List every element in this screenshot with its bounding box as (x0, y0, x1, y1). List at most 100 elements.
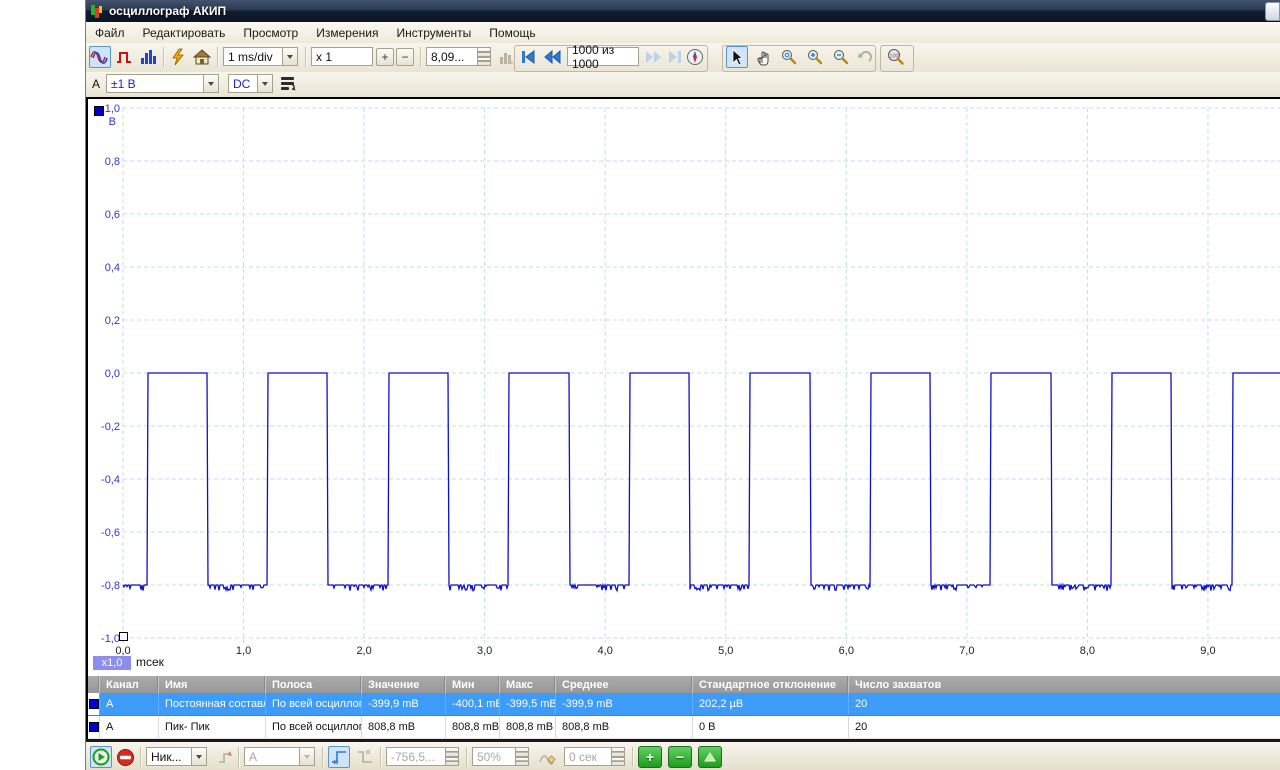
trigger-mode-select[interactable]: Ник... (146, 747, 192, 766)
main-toolbar: 1 ms/div x 1 + − 8,09... 1000 из 1000 (86, 43, 1280, 73)
buffer-navigator-button[interactable] (684, 46, 706, 68)
persistence-view-button[interactable] (113, 46, 135, 68)
table-cell: Пик- Пик (159, 716, 266, 738)
x-tick-label: 5,0 (718, 645, 733, 657)
y-tick-label: 0,0 (105, 368, 120, 380)
pretrigger-time-field: 0 сек (564, 747, 612, 766)
menu-item-measurements[interactable]: Измерения (307, 23, 387, 43)
table-cell: 202,2 µВ (693, 693, 849, 715)
menu-item-view[interactable]: Просмотр (234, 23, 307, 43)
last-buffer-button (664, 46, 686, 68)
falling-edge-icon (356, 749, 374, 765)
zoom-out-icon (832, 48, 850, 66)
zoom-in-icon (806, 48, 824, 66)
menu-item-file[interactable]: Файл (86, 23, 134, 43)
title-bar[interactable]: осциллограф АКИП (86, 0, 1280, 22)
timebase-select[interactable]: 1 ms/div (223, 47, 283, 66)
compass-icon (686, 48, 704, 66)
table-cell: По всей осциллограмме (266, 693, 362, 715)
square-wave-icon (115, 49, 133, 65)
zoom-100-icon: 100 (886, 48, 905, 66)
trigger-marker-button (214, 746, 236, 768)
trigger-level-field: -756,5... (386, 747, 446, 766)
table-cell: -399,9 mВ (556, 693, 693, 715)
zoom-in-step-button[interactable]: + (376, 48, 394, 66)
add-measurement-button[interactable]: + (638, 746, 662, 768)
table-header-cell[interactable]: Полоса (266, 676, 362, 693)
select-tool-button[interactable] (726, 46, 748, 68)
channel-options-icon (280, 75, 298, 92)
pan-tool-button[interactable] (752, 46, 774, 68)
remove-measurement-button[interactable]: − (668, 746, 692, 768)
trigger-channel-dropdown-button (299, 747, 315, 766)
first-buffer-icon (520, 49, 536, 65)
table-header-cell[interactable]: Значение (362, 676, 446, 693)
menu-item-help[interactable]: Помощь (480, 23, 544, 43)
zoom-out-step-button[interactable]: − (396, 48, 414, 66)
table-header-cell[interactable]: Имя (159, 676, 266, 693)
samples-field[interactable]: 8,09... (426, 47, 478, 66)
table-header-cell[interactable]: Мин (446, 676, 500, 693)
window-control-button[interactable] (1265, 2, 1280, 21)
measurements-table: КаналИмяПолосаЗначениеМинМаксСреднееСтан… (86, 676, 1280, 739)
plot-resize-handle[interactable] (119, 632, 128, 641)
zoom-in-tool-button[interactable] (804, 46, 826, 68)
channel-coupling-dropdown-button[interactable] (257, 74, 273, 93)
trigger-toolbar: Ник... A -756,5... 50% 0 сек + − (86, 739, 1280, 770)
undo-zoom-button (854, 46, 876, 68)
edit-measurement-button[interactable] (698, 746, 722, 768)
x-tick-label: 1,0 (236, 645, 251, 657)
app-icon (90, 4, 105, 19)
x-tick-label: 3,0 (477, 645, 492, 657)
timebase-dropdown-button[interactable] (282, 47, 298, 66)
pretrigger-time-spinner (611, 747, 625, 766)
measurement-row[interactable]: AПостоянная составляющаяПо всей осциллог… (88, 693, 1280, 716)
rising-edge-button[interactable] (328, 746, 350, 768)
measurement-row[interactable]: AПик- ПикПо всей осциллограмме808,8 mВ80… (88, 716, 1280, 739)
table-header-cell[interactable]: Канал (100, 676, 159, 693)
spectrum-view-button[interactable] (137, 46, 159, 68)
first-buffer-button[interactable] (517, 46, 539, 68)
chevron-down-icon (262, 82, 268, 86)
menu-item-edit[interactable]: Редактировать (134, 23, 235, 43)
advanced-trigger-button (536, 746, 558, 768)
cursor-arrow-icon (729, 49, 745, 66)
advanced-trigger-icon (538, 749, 556, 765)
channel-a-indicator[interactable] (94, 106, 104, 116)
chevron-down-icon (208, 82, 214, 86)
x-tick-label: 7,0 (959, 645, 974, 657)
channel-range-select[interactable]: ±1 В (106, 74, 204, 93)
home-settings-button[interactable] (191, 46, 213, 68)
buffer-position-field[interactable]: 1000 из 1000 (567, 47, 639, 66)
zoom-window-tool-button[interactable] (778, 46, 800, 68)
table-header-cell[interactable]: Стандартное отклонение (693, 676, 849, 693)
table-header-cell[interactable]: Число захватов (849, 676, 1280, 693)
table-cell: A (100, 716, 159, 738)
x-tick-label: 8,0 (1080, 645, 1095, 657)
scope-plot-area[interactable]: 1,00,80,60,40,20,0-0,2-0,4-0,6-0,8-1,0В0… (86, 97, 1280, 676)
start-capture-button[interactable] (90, 746, 112, 768)
table-header-cell[interactable]: Среднее (556, 676, 693, 693)
zoom-out-tool-button[interactable] (830, 46, 852, 68)
channel-coupling-select[interactable]: DC (228, 74, 258, 93)
stop-capture-button[interactable] (114, 746, 136, 768)
menu-bar: Файл Редактировать Просмотр Измерения Ин… (86, 22, 1280, 44)
table-cell: -400,1 mВ (446, 693, 500, 715)
y-tick-label: 1,0 (105, 103, 120, 115)
trigger-mode-dropdown-button[interactable] (191, 747, 207, 766)
menu-item-tools[interactable]: Инструменты (387, 23, 480, 43)
zoom-factor-field[interactable]: x 1 (311, 47, 373, 66)
zoom-window-icon (780, 48, 798, 66)
falling-edge-button[interactable] (354, 746, 376, 768)
previous-buffer-button[interactable] (541, 46, 563, 68)
table-header-cell[interactable]: Макс (500, 676, 556, 693)
channel-range-dropdown-button[interactable] (203, 74, 219, 93)
zoom-100-button[interactable]: 100 (884, 46, 906, 68)
samples-spinner[interactable] (477, 47, 491, 66)
y-tick-label: 0,4 (105, 262, 120, 274)
y-tick-label: -1,0 (101, 633, 120, 645)
y-tick-label: 0,2 (105, 315, 120, 327)
scope-view-button[interactable] (89, 46, 111, 68)
auto-setup-button[interactable] (167, 46, 189, 68)
channel-options-button[interactable] (278, 72, 300, 94)
